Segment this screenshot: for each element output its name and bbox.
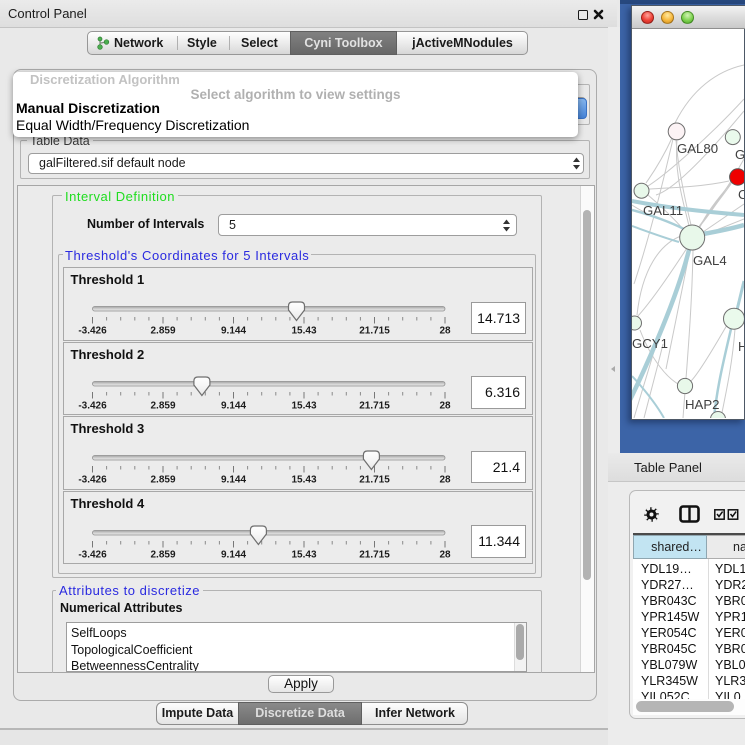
svg-text:15.43: 15.43 [291, 475, 316, 486]
svg-text:GAL4: GAL4 [693, 253, 727, 268]
svg-text:GAL80: GAL80 [677, 141, 718, 156]
svg-text:-3.426: -3.426 [78, 326, 107, 337]
svg-text:GCY1: GCY1 [632, 336, 668, 351]
svg-text:HAP2: HAP2 [685, 397, 719, 412]
svg-text:15.43: 15.43 [291, 549, 316, 560]
svg-text:21.715: 21.715 [359, 326, 390, 337]
svg-text:2.859: 2.859 [150, 326, 175, 337]
svg-text:2.859: 2.859 [150, 549, 175, 560]
svg-text:28: 28 [439, 475, 451, 486]
svg-text:9.144: 9.144 [220, 326, 245, 337]
svg-text:C: C [738, 187, 744, 202]
svg-text:2.859: 2.859 [150, 400, 175, 411]
svg-text:-3.426: -3.426 [78, 549, 107, 560]
svg-text:9.144: 9.144 [220, 400, 245, 411]
svg-text:2.859: 2.859 [150, 475, 175, 486]
svg-text:15.43: 15.43 [291, 400, 316, 411]
svg-text:9.144: 9.144 [220, 475, 245, 486]
svg-text:21.715: 21.715 [359, 400, 390, 411]
svg-text:-3.426: -3.426 [78, 475, 107, 486]
svg-text:28: 28 [439, 400, 451, 411]
svg-text:GAL11: GAL11 [643, 203, 683, 218]
svg-text:21.715: 21.715 [359, 549, 390, 560]
svg-text:15.43: 15.43 [291, 326, 316, 337]
svg-text:28: 28 [439, 326, 451, 337]
svg-text:-3.426: -3.426 [78, 400, 107, 411]
svg-text:H: H [738, 339, 744, 354]
svg-text:21.715: 21.715 [359, 475, 390, 486]
svg-text:28: 28 [439, 549, 451, 560]
svg-text:G.: G. [735, 147, 744, 162]
svg-text:9.144: 9.144 [220, 549, 245, 560]
